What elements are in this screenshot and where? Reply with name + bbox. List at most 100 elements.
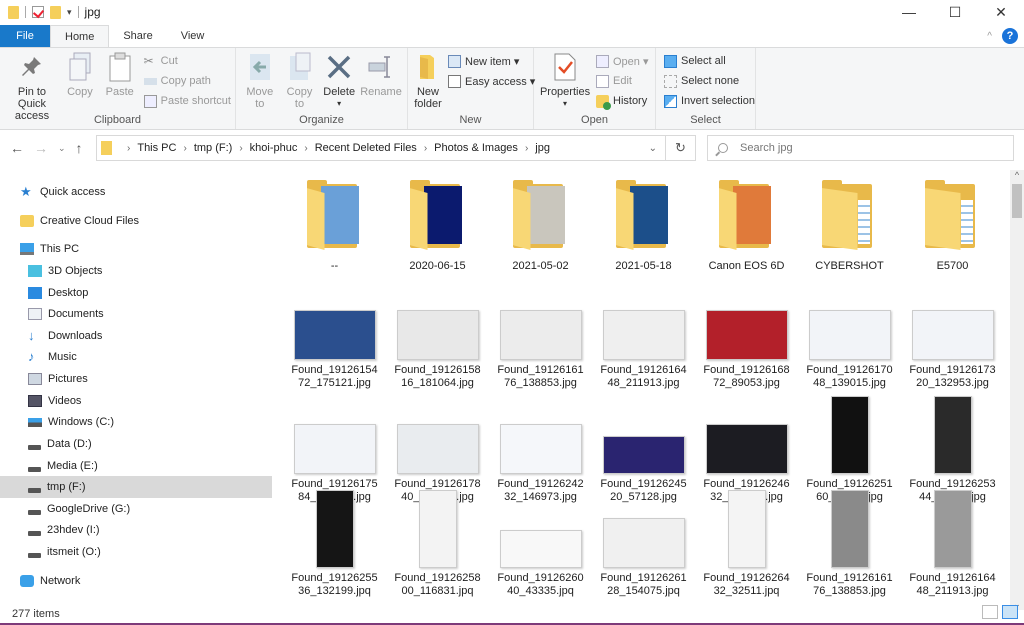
- breadcrumb-item[interactable]: jpg: [535, 142, 550, 154]
- file-item[interactable]: Found_19126158 16_181064.jpg: [386, 282, 489, 390]
- customize-qat-dropdown[interactable]: ▾: [67, 7, 72, 18]
- file-item[interactable]: Found_19126260 40_43335.jpq: [489, 490, 592, 598]
- file-item[interactable]: Found_1912617584_128223.jpg: [283, 396, 386, 504]
- sidebar-item-this-pc[interactable]: This PC: [0, 238, 272, 260]
- search-input[interactable]: Search jpg: [707, 135, 1014, 161]
- file-item[interactable]: Found_1912624632_268678.jpg: [695, 396, 798, 504]
- sidebar-item-videos[interactable]: Videos: [0, 390, 272, 412]
- sidebar-item-data-d[interactable]: Data (D:): [0, 433, 272, 455]
- close-button[interactable]: ✕: [978, 0, 1024, 24]
- file-item[interactable]: Found_19126161 76_138853.jpg: [489, 282, 592, 390]
- minimize-button[interactable]: —: [886, 0, 932, 24]
- cut-button[interactable]: ✂ Cut: [144, 53, 231, 69]
- folder-name: Canon EOS 6D: [708, 260, 785, 272]
- tab-view[interactable]: View: [167, 25, 219, 47]
- recent-locations-dropdown[interactable]: ⌄: [58, 143, 66, 154]
- paste-shortcut-button[interactable]: Paste shortcut: [143, 93, 231, 109]
- drive-icon: [28, 552, 41, 558]
- folder-item[interactable]: CYBERSHOT: [798, 180, 901, 280]
- scroll-up-arrow[interactable]: ^: [1010, 170, 1024, 180]
- file-item[interactable]: Found_19126242 32_146973.jpg: [489, 396, 592, 504]
- file-item[interactable]: Found_1912617840_101472.jpg: [386, 396, 489, 504]
- vertical-scrollbar[interactable]: ^ ⌄: [1010, 170, 1024, 610]
- folder-item[interactable]: --: [283, 180, 386, 280]
- address-history-dropdown[interactable]: ⌄: [649, 143, 657, 154]
- file-item[interactable]: Found_1912625344_95216.jpg: [901, 396, 1004, 504]
- breadcrumb-item[interactable]: Recent Deleted Files: [315, 142, 417, 154]
- sidebar-item-windows-c[interactable]: Windows (C:): [0, 411, 272, 433]
- delete-dropdown-arrow[interactable]: ▾: [337, 98, 341, 110]
- easy-access-button[interactable]: Easy access ▾: [448, 73, 535, 89]
- help-icon[interactable]: ?: [1002, 28, 1018, 44]
- sidebar-item-tmp-f[interactable]: tmp (F:): [0, 476, 272, 498]
- sidebar-item-desktop[interactable]: Desktop: [0, 282, 272, 304]
- folder-item[interactable]: E5700: [901, 180, 1004, 280]
- file-item[interactable]: Found_19126255 36_132199.jpq: [283, 490, 386, 598]
- up-button[interactable]: ↑: [76, 140, 83, 156]
- file-item[interactable]: Found_19126258 00_116831.jpq: [386, 490, 489, 598]
- back-button[interactable]: ←: [10, 140, 24, 156]
- sidebar-item-googledrive-g[interactable]: GoogleDrive (G:): [0, 498, 272, 520]
- sidebar-item-quick-access[interactable]: ★ Quick access: [0, 181, 272, 203]
- file-item[interactable]: Found_19126173 20_132953.jpg: [901, 282, 1004, 390]
- minimize-ribbon-icon[interactable]: ^: [987, 31, 992, 42]
- file-item[interactable]: Found_19126264 32_32511.jpq: [695, 490, 798, 598]
- sidebar-item-pictures[interactable]: Pictures: [0, 368, 272, 390]
- folder-item[interactable]: 2021-05-02: [489, 180, 592, 280]
- image-thumbnail: [727, 490, 766, 568]
- edit-button[interactable]: Edit: [596, 73, 649, 89]
- file-item[interactable]: Found_19126170 48_139015.jpg: [798, 282, 901, 390]
- file-name-line1: Found_19126255: [291, 572, 378, 584]
- open-button[interactable]: Open ▾: [596, 53, 649, 69]
- tab-file[interactable]: File: [0, 25, 50, 47]
- new-folder-qat-icon[interactable]: [50, 5, 61, 19]
- breadcrumb-item[interactable]: tmp (F:): [194, 142, 233, 154]
- file-item[interactable]: Found_19126164 48_211913.jpg: [592, 282, 695, 390]
- file-item[interactable]: Found_19126164 48_211913.jpg: [901, 490, 1004, 598]
- file-item[interactable]: Found_19126261 28_154075.jpq: [592, 490, 695, 598]
- sidebar-item-music[interactable]: ♪ Music: [0, 346, 272, 368]
- select-none-button[interactable]: Select none: [664, 73, 755, 89]
- file-item[interactable]: Found_19126245 20_57128.jpg: [592, 396, 695, 504]
- breadcrumb-item[interactable]: Photos & Images: [434, 142, 518, 154]
- sidebar-item-documents[interactable]: Documents: [0, 303, 272, 325]
- forward-button[interactable]: →: [34, 140, 48, 156]
- history-button[interactable]: History: [596, 93, 649, 110]
- sidebar-item-media-e[interactable]: Media (E:): [0, 455, 272, 477]
- folder-preview-thumbnail: [320, 186, 359, 244]
- file-item[interactable]: Found_19126154 72_175121.jpg: [283, 282, 386, 390]
- properties-qat-icon[interactable]: [32, 6, 44, 18]
- sidebar-item-3d-objects[interactable]: 3D Objects: [0, 260, 272, 282]
- large-icons-view-button[interactable]: [1002, 605, 1018, 619]
- breadcrumb-item[interactable]: khoi-phuc: [250, 142, 298, 154]
- folder-item[interactable]: 2020-06-15: [386, 180, 489, 280]
- maximize-button[interactable]: ☐: [932, 0, 978, 24]
- file-name-line2: 48_139015.jpg: [813, 377, 886, 389]
- invert-selection-button[interactable]: Invert selection: [664, 93, 755, 109]
- breadcrumb-item[interactable]: This PC: [137, 142, 176, 154]
- tab-home[interactable]: Home: [50, 25, 110, 47]
- file-item[interactable]: Found_1912625160_93178.jpg: [798, 396, 901, 504]
- sidebar-item-23hdev-i[interactable]: 23hdev (I:): [0, 519, 272, 541]
- pin-icon: [18, 51, 46, 83]
- folder-item[interactable]: Canon EOS 6D: [695, 180, 798, 280]
- file-item[interactable]: Found_19126168 72_89053.jpg: [695, 282, 798, 390]
- file-item[interactable]: Found_19126161 76_138853.jpg: [798, 490, 901, 598]
- new-item-button[interactable]: New item ▾: [448, 53, 535, 69]
- move-to-icon: [246, 51, 274, 83]
- select-all-button[interactable]: Select all: [664, 53, 755, 69]
- sidebar-item-creative-cloud-files[interactable]: Creative Cloud Files: [0, 210, 272, 232]
- scrollbar-thumb[interactable]: [1012, 184, 1022, 218]
- sidebar-item-itsmeit-o[interactable]: itsmeit (O:): [0, 541, 272, 563]
- copy-path-button[interactable]: Copy path: [143, 73, 231, 89]
- tab-share[interactable]: Share: [109, 25, 166, 47]
- refresh-button[interactable]: ↻: [666, 135, 696, 161]
- address-bar[interactable]: › This PC › tmp (F:) › khoi-phuc › Recent D…: [96, 135, 666, 161]
- sidebar-item-network[interactable]: Network: [0, 570, 272, 592]
- details-view-button[interactable]: [982, 605, 998, 619]
- properties-dropdown-arrow[interactable]: ▾: [563, 98, 567, 110]
- folder-icon: [615, 180, 672, 250]
- sidebar-item-downloads[interactable]: ↓ Downloads: [0, 325, 272, 347]
- folder-item[interactable]: 2021-05-18: [592, 180, 695, 280]
- image-thumbnail: [418, 490, 457, 568]
